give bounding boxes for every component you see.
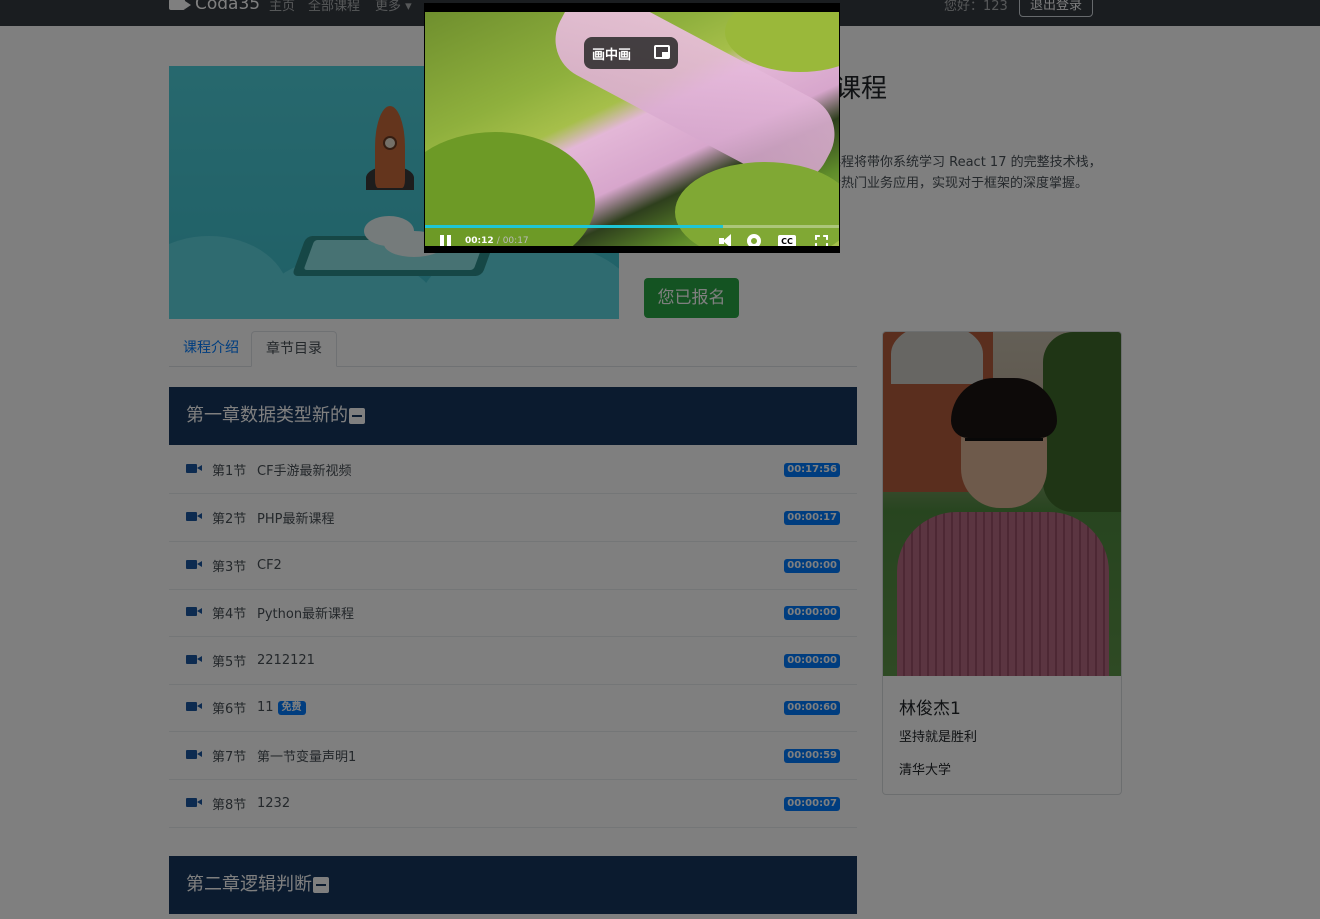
pause-icon[interactable] [440,235,452,246]
player-controls: 00:12 / 00:17 CC [425,228,839,246]
pip-indicator[interactable]: 画中画 [584,37,678,69]
time-display: 00:12 / 00:17 [465,236,529,246]
pip-label: 画中画 [592,47,632,63]
captions-icon[interactable]: CC [778,235,796,246]
video-frame[interactable]: 画中画 00:12 / 00:17 CC [425,12,839,246]
pip-video-player[interactable]: 画中画 00:12 / 00:17 CC [424,3,840,253]
fullscreen-icon[interactable] [815,235,828,246]
settings-gear-icon[interactable] [747,234,761,246]
volume-mute-icon[interactable] [719,234,735,246]
exit-pip-icon[interactable] [654,45,670,59]
